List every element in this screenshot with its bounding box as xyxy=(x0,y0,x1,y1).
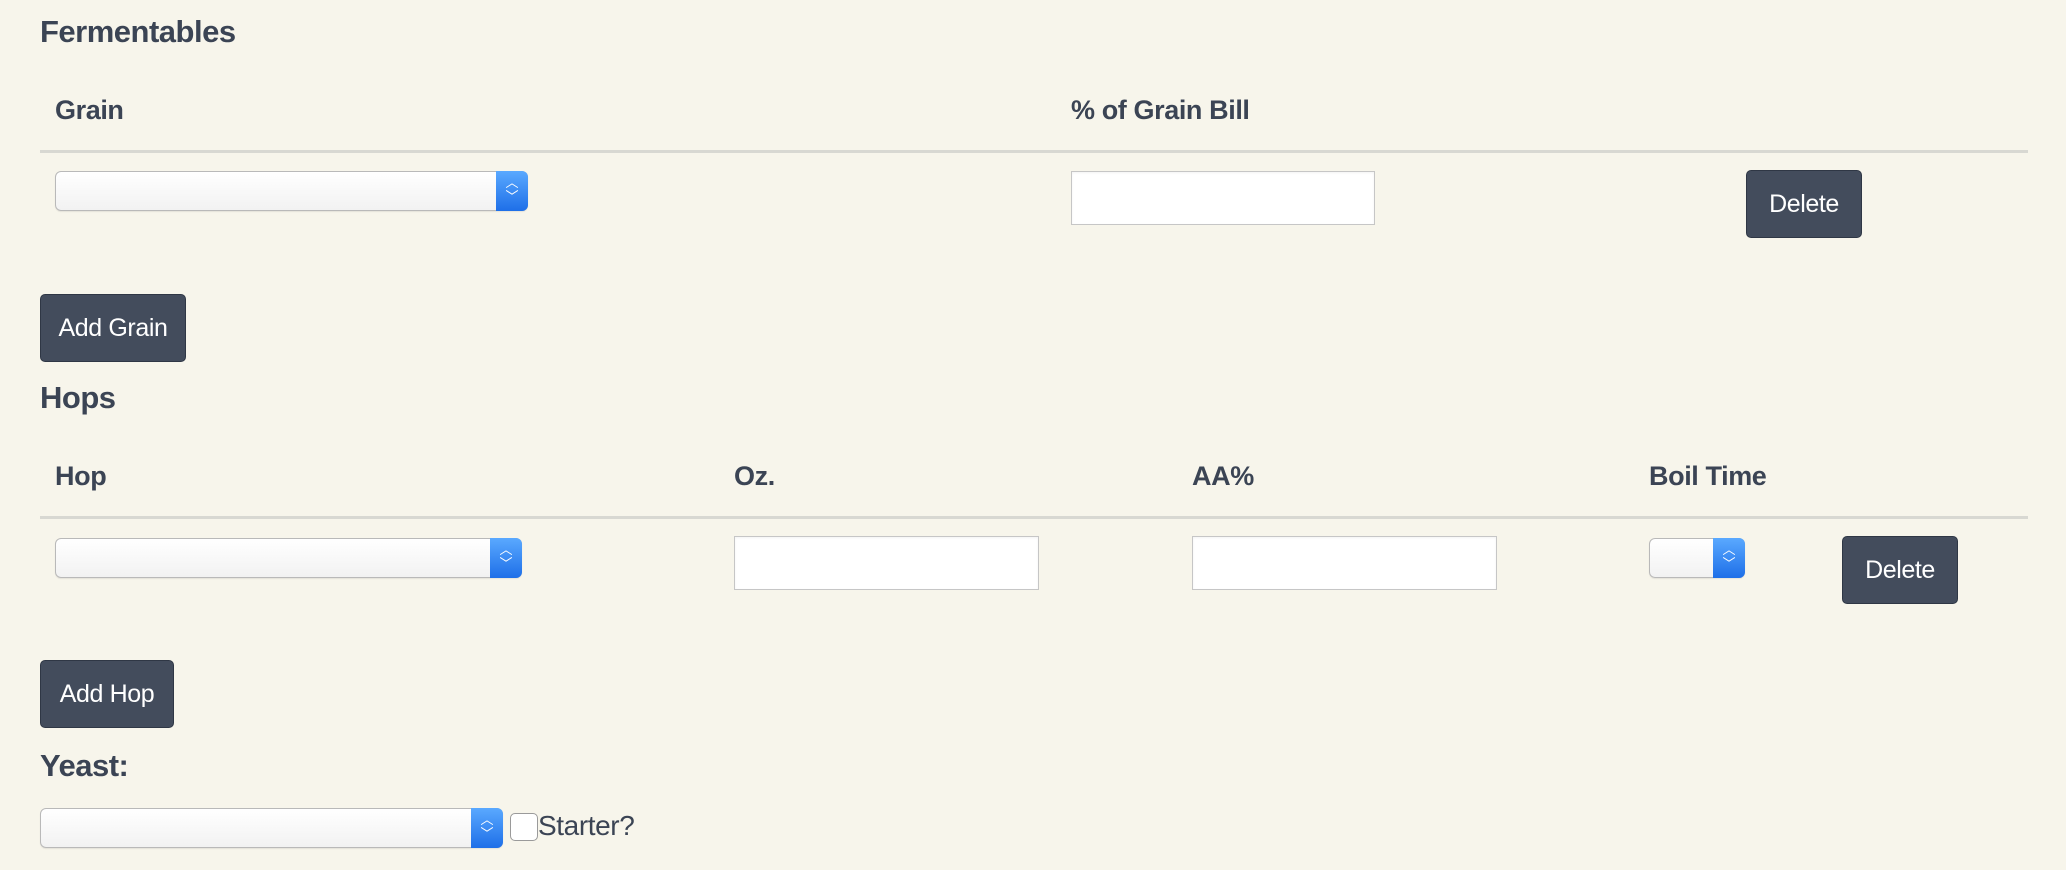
boil-time-column-header: Boil Time xyxy=(1649,461,1767,491)
fermentables-heading: Fermentables xyxy=(40,14,236,49)
oz-column-header: Oz. xyxy=(734,461,775,491)
boil-time-select[interactable]: ︿ ﹀ xyxy=(1649,538,1745,578)
hop-aa-percent-input[interactable] xyxy=(1192,536,1497,590)
chevron-up-down-icon: ︿ ﹀ xyxy=(496,171,528,211)
starter-label: Starter? xyxy=(538,810,635,841)
add-hop-button[interactable]: Add Hop xyxy=(40,660,174,728)
starter-checkbox[interactable] xyxy=(510,813,538,841)
grain-select[interactable]: ︿ ﹀ xyxy=(55,171,528,211)
hop-column-header: Hop xyxy=(55,461,107,491)
grain-column-header: Grain xyxy=(55,95,124,125)
fermentables-table-divider xyxy=(40,150,2028,153)
hop-oz-input[interactable] xyxy=(734,536,1039,590)
aa-percent-column-header: AA% xyxy=(1192,461,1254,491)
hops-table-divider xyxy=(40,516,2028,519)
delete-grain-button[interactable]: Delete xyxy=(1746,170,1862,238)
yeast-heading: Yeast: xyxy=(40,748,129,783)
percent-grain-bill-input[interactable] xyxy=(1071,171,1375,225)
hops-heading: Hops xyxy=(40,380,116,415)
recipe-ingredients-page: Fermentables Grain % of Grain Bill ︿ ﹀ De… xyxy=(0,0,2066,870)
delete-hop-button[interactable]: Delete xyxy=(1842,536,1958,604)
percent-grain-bill-column-header: % of Grain Bill xyxy=(1071,95,1250,125)
hop-select[interactable]: ︿ ﹀ xyxy=(55,538,522,578)
chevron-up-down-icon: ︿ ﹀ xyxy=(1713,538,1745,578)
chevron-up-down-icon: ︿ ﹀ xyxy=(471,808,503,848)
yeast-select[interactable]: ︿ ﹀ xyxy=(40,808,503,848)
add-grain-button[interactable]: Add Grain xyxy=(40,294,186,362)
chevron-up-down-icon: ︿ ﹀ xyxy=(490,538,522,578)
